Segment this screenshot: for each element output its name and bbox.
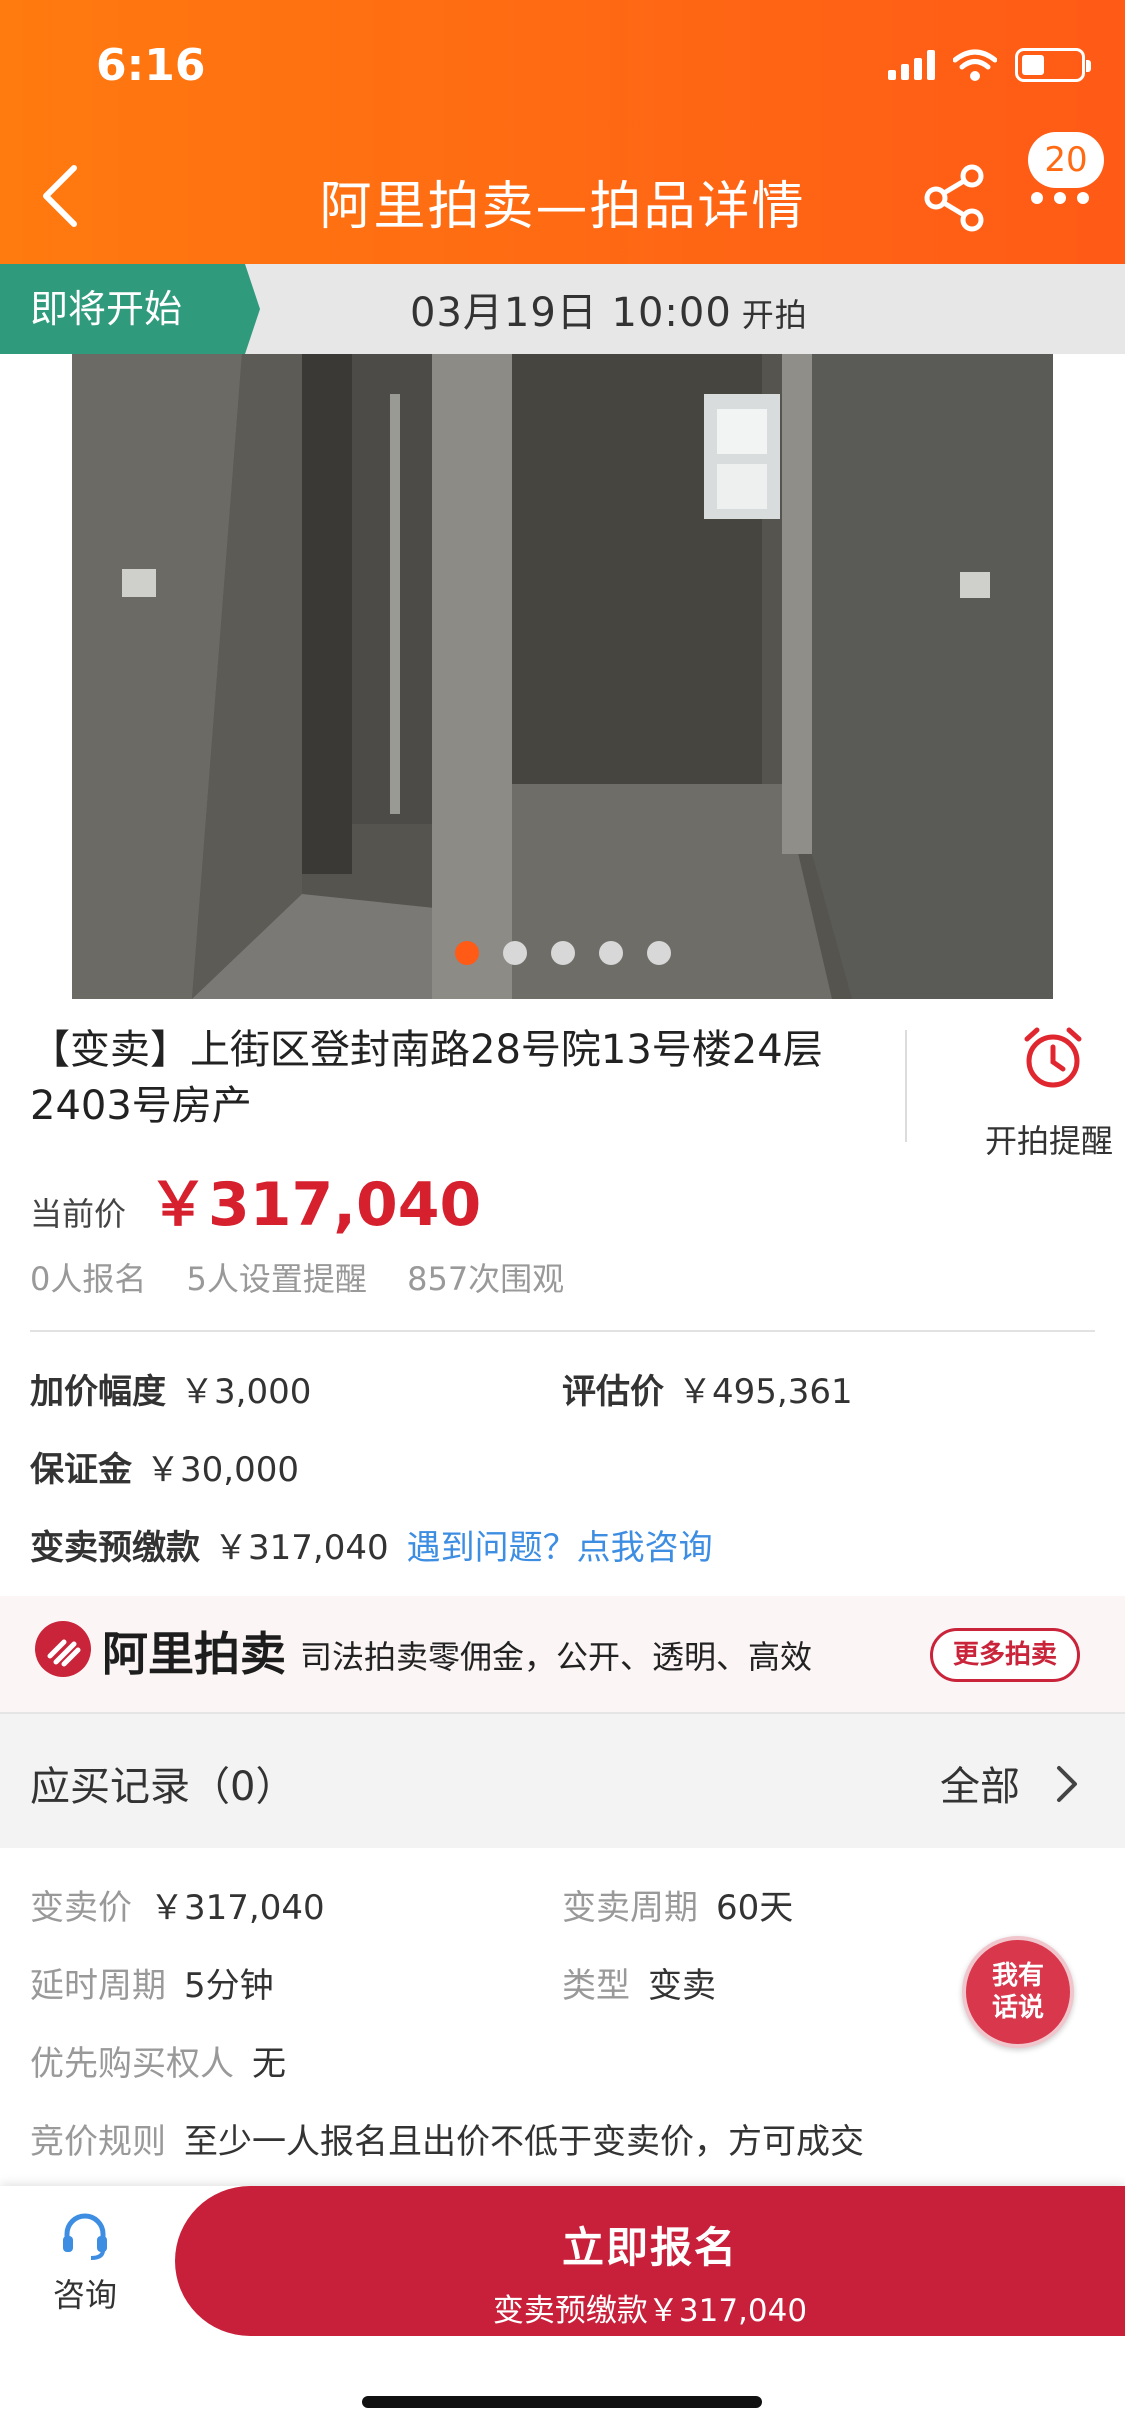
appraisal-label: 评估价 (562, 1372, 664, 1412)
detail-delay: 延时周期 5分钟 (30, 1958, 274, 2007)
appraisal-info: 评估价 ￥495,361 (562, 1364, 853, 1413)
auction-start-time: 03月19日 10:00 开拍 (410, 280, 808, 338)
signup-label: 立即报名 (561, 2223, 738, 2272)
records-title: 应买记录（0） (30, 1764, 296, 1810)
sell-period-value: 60天 (716, 1888, 794, 1928)
current-price-label: 当前价 (30, 1195, 127, 1233)
start-datetime: 03月19日 10:00 (410, 290, 732, 336)
status-tag: 即将开始 (0, 264, 260, 354)
increment-label: 加价幅度 (30, 1372, 166, 1412)
item-photo-carousel[interactable] (72, 354, 1053, 999)
more-auctions-button[interactable]: 更多拍卖 (930, 1628, 1080, 1682)
wifi-icon (953, 49, 997, 81)
carousel-dot[interactable] (550, 941, 575, 965)
bid-records-row[interactable]: 应买记录（0） 全部 (0, 1714, 1125, 1848)
promo-banner[interactable]: 阿里拍卖 司法拍卖零佣金，公开、透明、高效 更多拍卖 (0, 1596, 1125, 1714)
detail-type: 类型 变卖 (562, 1958, 716, 2007)
feedback-line1: 我有 (991, 1961, 1044, 1991)
sell-period-label: 变卖周期 (562, 1888, 698, 1928)
sell-price-value: ￥317,040 (150, 1888, 325, 1928)
current-price: ￥317,040 (148, 1170, 482, 1240)
status-icons (888, 48, 1091, 82)
detail-sell-price: 变卖价 ￥317,040 (30, 1880, 325, 1929)
carousel-dot[interactable] (454, 941, 479, 965)
detail-priority: 优先购买权人无 (30, 2036, 286, 2085)
carousel-dot[interactable] (502, 941, 527, 965)
item-title: 【变卖】上街区登封南路28号院13号楼24层2403号房产 (30, 1027, 823, 1129)
priority-value: 无 (252, 2044, 286, 2084)
carousel-dot[interactable] (598, 941, 623, 965)
headset-icon (63, 2213, 107, 2260)
battery-icon (1015, 48, 1091, 82)
appraisal-value: ￥495,361 (678, 1372, 853, 1412)
priority-label: 优先购买权人 (30, 2044, 234, 2084)
carousel-dot[interactable] (646, 941, 671, 965)
help-link[interactable]: 遇到问题？点我咨询 (407, 1528, 713, 1568)
rule-value: 至少一人报名且出价不低于变卖价，方可成交 (184, 2122, 864, 2162)
increment-value: ￥3,000 (180, 1372, 312, 1412)
sell-price-label: 变卖价 (30, 1888, 132, 1928)
prepay-value: ￥317,040 (214, 1528, 389, 1568)
banner-slogan: 司法拍卖零佣金，公开、透明、高效 (300, 1638, 813, 1676)
room-photo (72, 354, 1053, 999)
feedback-button[interactable]: 我有 话说 (962, 1936, 1074, 2048)
divider (905, 1030, 907, 1142)
signup-count: 0人报名 (30, 1260, 147, 1298)
delay-value: 5分钟 (184, 1966, 274, 2006)
reminder-count: 5人设置提醒 (186, 1260, 367, 1298)
deposit-label: 保证金 (30, 1450, 132, 1490)
type-label: 类型 (562, 1966, 630, 2006)
chevron-right-icon[interactable] (1055, 1764, 1079, 1804)
type-value: 变卖 (648, 1966, 716, 2006)
prepay-label: 变卖预缴款 (30, 1528, 200, 1568)
signup-sub-label: 变卖预缴款￥317,040 (492, 2293, 808, 2329)
home-indicator[interactable] (362, 2396, 762, 2408)
consult-label: 咨询 (52, 2276, 117, 2314)
feedback-line2: 话说 (991, 1993, 1044, 2023)
reminder-button[interactable] (980, 1025, 1125, 1095)
signal-icon (888, 50, 935, 80)
deposit-value: ￥30,000 (146, 1450, 299, 1490)
share-icon[interactable] (920, 162, 992, 234)
detail-rule: 竞价规则 至少一人报名且出价不低于变卖价，方可成交 (30, 2114, 864, 2163)
prepay-info: 变卖预缴款 ￥317,040 遇到问题？点我咨询 (30, 1520, 713, 1569)
records-all-link[interactable]: 全部 (940, 1754, 1020, 1812)
auction-status-strip: 即将开始 03月19日 10:00 开拍 (0, 264, 1125, 354)
reminder-label[interactable]: 开拍提醒 (985, 1116, 1113, 1162)
banner-brand: 阿里拍卖 (102, 1627, 286, 1681)
signup-button[interactable]: 立即报名 变卖预缴款￥317,040 (175, 2186, 1125, 2336)
deposit-info: 保证金 ￥30,000 (30, 1442, 299, 1491)
app-header: 6:16 阿里拍卖—拍品详情 20 (0, 0, 1125, 264)
view-count: 857次围观 (407, 1260, 565, 1298)
item-stats: 0人报名 5人设置提醒 857次围观 (30, 1254, 594, 1300)
rule-label: 竞价规则 (30, 2122, 166, 2162)
increment-info: 加价幅度 ￥3,000 (30, 1364, 311, 1413)
current-price-row: 当前价 ￥317,040 (30, 1156, 481, 1243)
status-time: 6:16 (96, 40, 206, 91)
ali-auction-logo-icon (35, 1621, 91, 1677)
message-count-badge[interactable]: 20 (1028, 132, 1104, 188)
start-suffix: 开拍 (741, 296, 808, 334)
consult-button[interactable]: 咨询 (30, 2210, 140, 2316)
alarm-clock-icon (1024, 1027, 1081, 1088)
carousel-dots[interactable] (72, 941, 1053, 965)
delay-label: 延时周期 (30, 1966, 166, 2006)
detail-sell-period: 变卖周期 60天 (562, 1880, 793, 1929)
divider (30, 1330, 1095, 1332)
